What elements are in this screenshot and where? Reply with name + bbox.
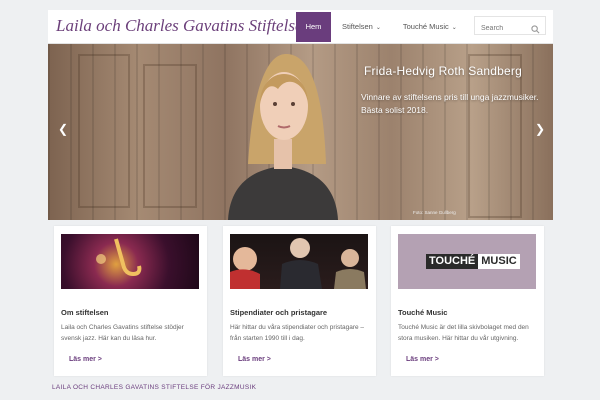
hero-portrait xyxy=(228,54,338,220)
card-title: Om stiftelsen xyxy=(61,308,109,317)
nav-item-touche-music[interactable]: Touché Music ⌄ xyxy=(392,12,468,42)
hero-subtitle: Vinnare av stiftelsens pris till unga ja… xyxy=(361,92,539,115)
nav-item-stiftelsen[interactable]: Stiftelsen ⌄ xyxy=(331,12,392,42)
wood-panel xyxy=(468,54,522,218)
card-om-stiftelsen: Om stiftelsen Laila och Charles Gavatins… xyxy=(54,226,207,376)
read-more-link[interactable]: Läs mer > xyxy=(69,356,102,363)
search-icon[interactable] xyxy=(531,21,540,39)
hero-slider[interactable]: Frida-Hedvig Roth Sandberg Vinnare av st… xyxy=(48,44,553,220)
card-text: Här hittar du våra stipendiater och pris… xyxy=(230,324,365,342)
hero-title: Frida-Hedvig Roth Sandberg xyxy=(364,64,522,78)
wood-panel xyxy=(143,64,197,208)
photo-credit: Foto: Sanne Gullberg xyxy=(413,210,456,215)
main-nav: Hem Stiftelsen ⌄ Touché Music ⌄ xyxy=(296,12,468,42)
touche-music-logo: TOUCHÉ MUSIC xyxy=(398,234,536,289)
chevron-down-icon: ⌄ xyxy=(375,25,381,31)
chevron-right-icon[interactable]: ❯ xyxy=(535,122,545,136)
concert-image xyxy=(230,234,368,289)
section-title: LAILA OCH CHARLES GAVATINS STIFTELSE FÖR… xyxy=(52,384,257,391)
nav-item-label: Hem xyxy=(305,22,322,31)
card-stipendiater: Stipendiater och pristagare Här hittar d… xyxy=(223,226,376,376)
site-header: Laila och Charles Gavatins Stiftelse Hem… xyxy=(48,10,553,44)
card-text: Touché Music är det lilla skivbolaget me… xyxy=(398,324,529,342)
search-input[interactable] xyxy=(475,20,533,37)
card-touche-music: TOUCHÉ MUSIC Touché Music Touché Music ä… xyxy=(391,226,544,376)
read-more-link[interactable]: Läs mer > xyxy=(406,356,439,363)
search-box xyxy=(474,16,546,37)
nav-item-label: Stiftelsen xyxy=(342,22,373,31)
logo-right: MUSIC xyxy=(478,254,520,269)
card-title: Touché Music xyxy=(398,308,448,317)
card-title: Stipendiater och pristagare xyxy=(230,308,328,317)
nav-item-label: Touché Music xyxy=(402,22,449,31)
read-more-link[interactable]: Läs mer > xyxy=(238,356,271,363)
logo-left: TOUCHÉ xyxy=(426,254,479,269)
site-title[interactable]: Laila och Charles Gavatins Stiftelse xyxy=(56,16,303,36)
nav-item-hem[interactable]: Hem xyxy=(296,12,331,42)
wood-panel xyxy=(78,54,130,208)
chevron-down-icon: ⌄ xyxy=(451,25,457,31)
card-text: Laila och Charles Gavatins stiftelse stö… xyxy=(61,324,184,342)
saxophone-image xyxy=(61,234,199,289)
chevron-left-icon[interactable]: ❮ xyxy=(58,122,68,136)
